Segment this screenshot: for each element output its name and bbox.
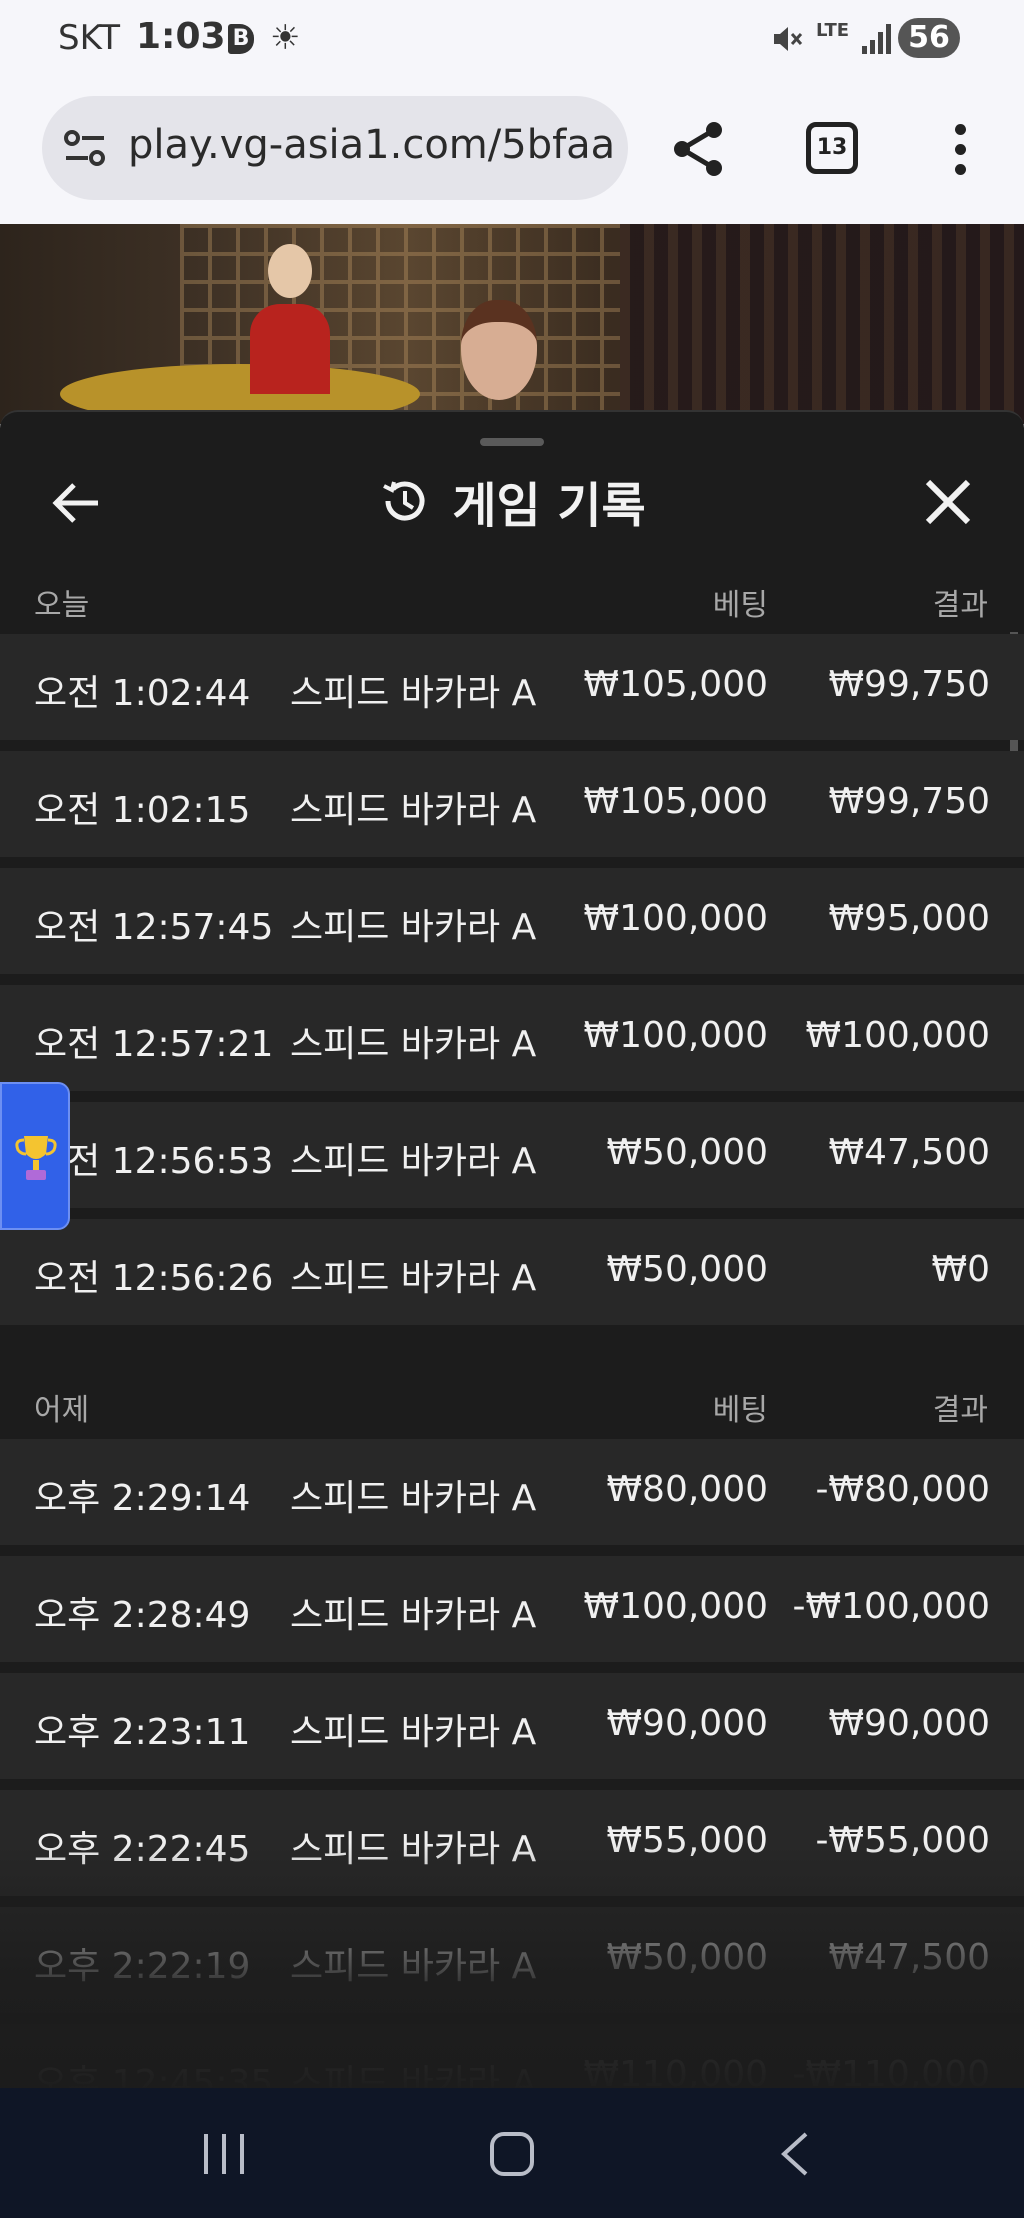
row-result: ₩90,000 xyxy=(828,1703,990,1744)
history-row[interactable]: 오전 12:57:45 스피드 바카라 A ₩100,000 ₩95,000 xyxy=(0,868,1024,974)
row-time: 오후 2:22:19 xyxy=(34,1946,251,1987)
row-time: 오후 12:45:35 xyxy=(34,2063,274,2088)
history-icon xyxy=(383,481,425,521)
row-result: ₩100,000 xyxy=(805,1015,990,1056)
row-game: 스피드 바카라 A xyxy=(290,673,537,714)
browser-toolbar: play.vg-asia1.com/5bfaa3 13 xyxy=(0,84,1024,224)
panel-header: 게임 기록 xyxy=(0,466,1024,536)
game-history-panel: 게임 기록 오늘 베팅 결과 오전 1:02:44 스피드 바카라 A ₩105… xyxy=(0,410,1024,2088)
row-bet: ₩100,000 xyxy=(583,898,768,939)
row-time: 오전 12:56:26 xyxy=(34,1258,274,1299)
close-icon[interactable] xyxy=(922,476,974,528)
battery-icon: 56 xyxy=(898,18,960,58)
history-row[interactable]: 오전 12:56:53 스피드 바카라 A ₩50,000 ₩47,500 xyxy=(0,1102,1024,1208)
result-column-header: 결과 xyxy=(932,1393,988,1428)
row-result: -₩110,000 xyxy=(792,2054,990,2088)
row-bet: ₩100,000 xyxy=(583,1015,768,1056)
more-menu-icon[interactable] xyxy=(952,124,968,176)
row-bet: ₩55,000 xyxy=(606,1820,768,1861)
row-time: 오후 2:23:11 xyxy=(34,1712,251,1753)
history-row[interactable]: 오후 2:22:45 스피드 바카라 A ₩55,000 -₩55,000 xyxy=(0,1790,1024,1896)
row-time: 오후 2:28:49 xyxy=(34,1595,251,1636)
section-label: 어제 xyxy=(34,1393,90,1428)
row-game: 스피드 바카라 A xyxy=(290,1141,537,1182)
history-row[interactable]: 오후 2:29:14 스피드 바카라 A ₩80,000 -₩80,000 xyxy=(0,1439,1024,1545)
row-bet: ₩110,000 xyxy=(583,2054,768,2088)
row-game: 스피드 바카라 A xyxy=(290,1024,537,1065)
section-label: 오늘 xyxy=(34,588,90,623)
row-result: ₩47,500 xyxy=(828,1937,990,1978)
row-bet: ₩50,000 xyxy=(606,1132,768,1173)
row-time: 오후 2:22:45 xyxy=(34,1829,251,1870)
back-icon[interactable] xyxy=(780,2132,810,2176)
history-row[interactable]: 오전 12:57:21 스피드 바카라 A ₩100,000 ₩100,000 xyxy=(0,985,1024,1091)
row-game: 스피드 바카라 A xyxy=(290,1258,537,1299)
section-header-yesterday: 어제 베팅 결과 xyxy=(0,1367,1024,1437)
result-column-header: 결과 xyxy=(932,588,988,623)
share-icon[interactable] xyxy=(668,118,730,180)
row-bet: ₩80,000 xyxy=(606,1469,768,1510)
row-result: ₩47,500 xyxy=(828,1132,990,1173)
row-bet: ₩100,000 xyxy=(583,1586,768,1627)
brightness-icon: ☀ xyxy=(270,18,301,58)
history-row[interactable]: 오후 12:45:35 스피드 바카라 A ₩110,000 -₩110,000 xyxy=(0,2024,1024,2088)
row-result: ₩99,750 xyxy=(828,781,990,822)
bet-column-header: 베팅 xyxy=(712,1393,768,1428)
history-row[interactable]: 오전 1:02:44 스피드 바카라 A ₩105,000 ₩99,750 xyxy=(0,634,1024,740)
row-game: 스피드 바카라 A xyxy=(290,1595,537,1636)
row-bet: ₩105,000 xyxy=(583,664,768,705)
bet-column-header: 베팅 xyxy=(712,588,768,623)
status-bar: SKT 1:03 B ☀ LTE 56 xyxy=(0,0,1024,84)
row-result: -₩55,000 xyxy=(815,1820,990,1861)
row-result: ₩99,750 xyxy=(828,664,990,705)
row-game: 스피드 바카라 A xyxy=(290,2063,537,2088)
live-video-background xyxy=(0,224,1024,424)
tabs-icon[interactable]: 13 xyxy=(806,122,858,174)
drag-handle[interactable] xyxy=(480,438,544,446)
row-time: 오전 1:02:44 xyxy=(34,673,251,714)
row-time: 오전 1:02:15 xyxy=(34,790,251,831)
row-bet: ₩50,000 xyxy=(606,1249,768,1290)
status-time: 1:03 xyxy=(136,16,226,57)
url-text[interactable]: play.vg-asia1.com/5bfaa3 xyxy=(128,122,614,168)
row-result: ₩95,000 xyxy=(828,898,990,939)
row-time: 오후 2:29:14 xyxy=(34,1478,251,1519)
trophy-icon xyxy=(15,1136,57,1180)
recent-apps-icon[interactable] xyxy=(204,2134,248,2174)
network-type: LTE xyxy=(816,20,850,41)
row-game: 스피드 바카라 A xyxy=(290,1712,537,1753)
panel-title: 게임 기록 xyxy=(452,478,646,534)
signal-icon xyxy=(862,22,894,54)
history-row[interactable]: 오전 1:02:15 스피드 바카라 A ₩105,000 ₩99,750 xyxy=(0,751,1024,857)
address-bar[interactable]: play.vg-asia1.com/5bfaa3 xyxy=(42,96,628,200)
home-icon[interactable] xyxy=(490,2132,534,2176)
system-nav-bar xyxy=(0,2088,1024,2218)
row-game: 스피드 바카라 A xyxy=(290,790,537,831)
row-game: 스피드 바카라 A xyxy=(290,907,537,948)
row-result: -₩80,000 xyxy=(815,1469,990,1510)
row-game: 스피드 바카라 A xyxy=(290,1478,537,1519)
row-game: 스피드 바카라 A xyxy=(290,1946,537,1987)
history-row[interactable]: 오후 2:28:49 스피드 바카라 A ₩100,000 -₩100,000 xyxy=(0,1556,1024,1662)
site-settings-icon[interactable] xyxy=(64,128,106,168)
row-bet: ₩50,000 xyxy=(606,1937,768,1978)
row-bet: ₩90,000 xyxy=(606,1703,768,1744)
history-row[interactable]: 오후 2:22:19 스피드 바카라 A ₩50,000 ₩47,500 xyxy=(0,1907,1024,2013)
history-row[interactable]: 오후 2:23:11 스피드 바카라 A ₩90,000 ₩90,000 xyxy=(0,1673,1024,1779)
row-result: -₩100,000 xyxy=(792,1586,990,1627)
section-header-today: 오늘 베팅 결과 xyxy=(0,562,1024,632)
b-app-icon: B xyxy=(228,24,254,54)
row-result: ₩0 xyxy=(931,1249,991,1290)
row-game: 스피드 바카라 A xyxy=(290,1829,537,1870)
trophy-button[interactable] xyxy=(0,1082,70,1230)
mute-icon xyxy=(774,27,803,51)
row-time: 오전 12:57:21 xyxy=(34,1024,274,1065)
row-bet: ₩105,000 xyxy=(583,781,768,822)
history-row[interactable]: 오전 12:56:26 스피드 바카라 A ₩50,000 ₩0 xyxy=(0,1219,1024,1325)
row-time: 오전 12:57:45 xyxy=(34,907,274,948)
carrier-label: SKT xyxy=(58,18,121,58)
